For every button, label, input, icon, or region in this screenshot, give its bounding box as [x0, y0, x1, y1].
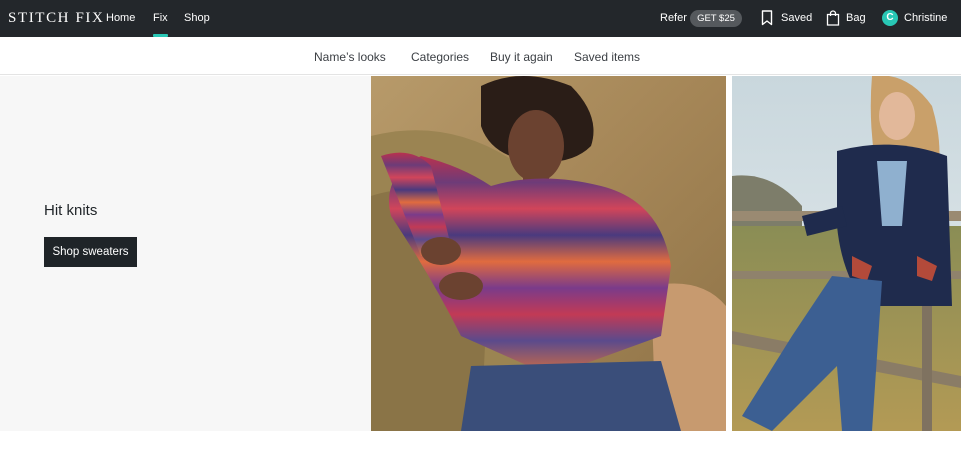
nav-home[interactable]: Home	[106, 12, 135, 25]
bag-icon[interactable]	[826, 10, 840, 31]
nav-fix[interactable]: Fix	[153, 12, 168, 37]
user-name[interactable]: Christine	[904, 12, 947, 25]
subnav-categories[interactable]: Categories	[411, 50, 469, 64]
nav-shop[interactable]: Shop	[184, 12, 210, 25]
hero-title: Hit knits	[44, 202, 98, 219]
page-bottom	[0, 431, 961, 453]
saved-link[interactable]: Saved	[781, 12, 812, 25]
subnav-names-looks[interactable]: Name’s looks	[314, 50, 386, 64]
stitch-fix-logo[interactable]: STITCH FIX	[8, 10, 104, 27]
refer-label[interactable]: Refer	[660, 12, 687, 25]
sub-nav: Name’s looks Categories Buy it again Sav…	[0, 37, 961, 75]
bookmark-icon[interactable]	[761, 10, 773, 31]
refer-badge-button[interactable]: GET $25	[690, 10, 742, 27]
top-nav-bar: STITCH FIX Home Fix Shop Refer GET $25 S…	[0, 0, 961, 37]
avatar[interactable]: C	[882, 10, 898, 26]
subnav-buy-it-again[interactable]: Buy it again	[490, 50, 553, 64]
subnav-saved-items[interactable]: Saved items	[574, 50, 640, 64]
hero-photo-striped-sweater[interactable]	[371, 76, 726, 431]
shop-sweaters-button[interactable]: Shop sweaters	[44, 237, 137, 267]
hero-photo-cardigan[interactable]	[732, 76, 961, 431]
bag-link[interactable]: Bag	[846, 12, 866, 25]
